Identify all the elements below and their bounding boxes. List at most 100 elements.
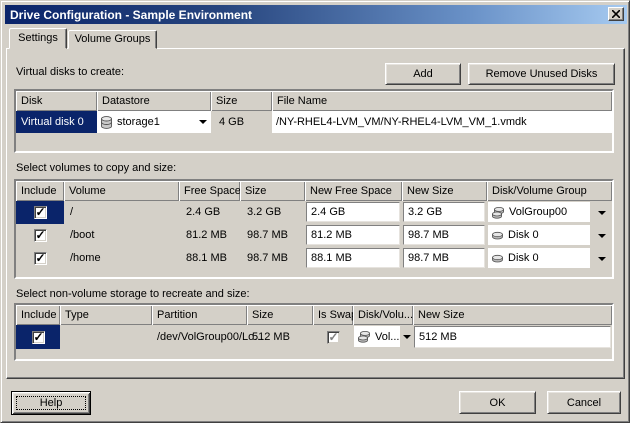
tab-volume-groups-label: Volume Groups xyxy=(75,33,151,45)
remove-unused-disks-button[interactable]: Remove Unused Disks xyxy=(468,63,615,85)
col-header-disk-volume[interactable]: Disk/Volu... xyxy=(353,305,413,325)
tab-settings-label: Settings xyxy=(18,32,58,44)
include-checkbox[interactable] xyxy=(34,206,47,219)
include-cell xyxy=(16,201,64,224)
col-header-type[interactable]: Type xyxy=(60,305,152,325)
volume-name: /home xyxy=(70,252,101,264)
ok-button[interactable]: OK xyxy=(459,391,536,414)
col-header-datastore[interactable]: Datastore xyxy=(97,91,211,111)
volumes-section-label: Select volumes to copy and size: xyxy=(16,162,176,174)
disk-icon xyxy=(491,253,504,264)
tab-volume-groups[interactable]: Volume Groups xyxy=(68,30,157,49)
chevron-down-icon xyxy=(403,335,411,339)
chevron-down-icon xyxy=(598,211,606,215)
free-space-value: 88.1 MB xyxy=(186,252,227,264)
datastore-value: storage1 xyxy=(117,116,160,128)
settings-tab-panel: Virtual disks to create: Add Remove Unus… xyxy=(6,48,625,379)
size-value: 3.2 GB xyxy=(247,206,281,218)
col-header-partition[interactable]: Partition xyxy=(152,305,247,325)
col-header-new-free-space[interactable]: New Free Space xyxy=(305,181,402,201)
volume-group-icon xyxy=(491,206,505,219)
size-value: 512 MB xyxy=(252,331,290,343)
include-checkbox[interactable] xyxy=(34,229,47,242)
non-volume-table: Include Type Partition Size Is Swap Disk… xyxy=(14,303,614,361)
drive-configuration-dialog: Drive Configuration - Sample Environment… xyxy=(0,0,630,423)
cancel-button[interactable]: Cancel xyxy=(547,391,621,414)
disk-volume-dropdown-button[interactable] xyxy=(400,325,414,349)
volume-row-root: / 2.4 GB 3.2 GB 2.4 GB 3.2 GB VolGroup00 xyxy=(16,201,612,224)
disk-size-value: 4 GB xyxy=(219,116,244,128)
volume-group-icon xyxy=(357,330,371,343)
volume-row-home: /home 88.1 MB 98.7 MB 88.1 MB 98.7 MB Di… xyxy=(16,247,612,270)
col-header-new-size[interactable]: New Size xyxy=(413,305,612,325)
new-free-space-input[interactable]: 2.4 GB xyxy=(306,202,400,222)
tab-settings[interactable]: Settings xyxy=(9,28,67,49)
size-value: 98.7 MB xyxy=(247,252,288,264)
col-header-free-space[interactable]: Free Space xyxy=(179,181,240,201)
close-icon xyxy=(612,10,620,18)
titlebar[interactable]: Drive Configuration - Sample Environment xyxy=(5,5,627,24)
disk-volume-dropdown[interactable]: Vol... xyxy=(354,326,400,347)
col-header-disk-volume-group[interactable]: Disk/Volume Group xyxy=(487,181,612,201)
new-size-input[interactable]: 98.7 MB xyxy=(403,225,485,245)
col-header-size[interactable]: Size xyxy=(240,181,305,201)
window-title: Drive Configuration - Sample Environment xyxy=(10,8,252,22)
volumes-table: Include Volume Free Space Size New Free … xyxy=(14,179,614,279)
non-volume-section-label: Select non-volume storage to recreate an… xyxy=(16,288,250,300)
is-swap-cell xyxy=(313,325,353,349)
col-header-size[interactable]: Size xyxy=(247,305,313,325)
include-checkbox[interactable] xyxy=(34,252,47,265)
disk-volume-group-value: Disk 0 xyxy=(508,252,539,264)
disk-volume-value: Vol... xyxy=(375,331,399,343)
col-header-volume[interactable]: Volume xyxy=(64,181,179,201)
partition-value: /dev/VolGroup00/Lo... xyxy=(157,331,263,343)
disk-volume-group-dropdown[interactable]: Disk 0 xyxy=(488,248,590,268)
free-space-value: 2.4 GB xyxy=(186,206,220,218)
file-name-value: /NY-RHEL4-LVM_VM/NY-RHEL4-LVM_VM_1.vmdk xyxy=(272,111,612,133)
non-volume-row: /dev/VolGroup00/Lo... 512 MB Vol... xyxy=(16,325,612,349)
add-button[interactable]: Add xyxy=(385,63,461,85)
free-space-value: 81.2 MB xyxy=(186,229,227,241)
new-size-input[interactable]: 98.7 MB xyxy=(403,248,485,268)
virtual-disk-row: Virtual disk 0 storage1 4 GB /NY-RHEL4-L… xyxy=(16,111,612,133)
datastore-cylinder-icon xyxy=(100,116,113,129)
new-size-input[interactable]: 3.2 GB xyxy=(403,202,485,222)
disk-volume-group-dropdown-button[interactable] xyxy=(594,201,610,224)
col-header-disk[interactable]: Disk xyxy=(16,91,97,111)
volume-row-boot: /boot 81.2 MB 98.7 MB 81.2 MB 98.7 MB Di… xyxy=(16,224,612,247)
disk-volume-group-dropdown[interactable]: Disk 0 xyxy=(488,225,590,245)
virtual-disks-table-header: Disk Datastore Size File Name xyxy=(16,91,612,111)
disk-volume-group-dropdown-button[interactable] xyxy=(594,224,610,247)
new-free-space-input[interactable]: 88.1 MB xyxy=(306,248,400,268)
help-button[interactable]: Help xyxy=(11,391,91,415)
col-header-size[interactable]: Size xyxy=(211,91,272,111)
include-cell xyxy=(16,247,64,270)
chevron-down-icon xyxy=(199,120,207,124)
include-checkbox[interactable] xyxy=(32,331,45,344)
col-header-new-size[interactable]: New Size xyxy=(402,181,487,201)
disk-name-cell[interactable]: Virtual disk 0 xyxy=(16,111,97,133)
col-header-is-swap[interactable]: Is Swap xyxy=(313,305,353,325)
col-header-file-name[interactable]: File Name xyxy=(272,91,612,111)
disk-volume-group-dropdown-button[interactable] xyxy=(594,247,610,270)
close-button[interactable] xyxy=(608,7,624,21)
disk-volume-group-value: VolGroup00 xyxy=(509,206,567,218)
is-swap-checkbox xyxy=(327,331,340,344)
datastore-dropdown[interactable]: storage1 xyxy=(97,111,211,133)
volume-name: /boot xyxy=(70,229,94,241)
new-size-input[interactable]: 512 MB xyxy=(414,326,611,348)
size-value: 98.7 MB xyxy=(247,229,288,241)
disk-name: Virtual disk 0 xyxy=(16,116,84,128)
volume-name: / xyxy=(70,206,73,218)
chevron-down-icon xyxy=(598,257,606,261)
virtual-disks-table: Disk Datastore Size File Name Virtual di… xyxy=(14,89,614,153)
col-header-include[interactable]: Include xyxy=(16,305,60,325)
disk-icon xyxy=(491,230,504,241)
disk-volume-group-dropdown[interactable]: VolGroup00 xyxy=(488,202,590,222)
include-cell xyxy=(16,325,60,349)
disk-volume-group-value: Disk 0 xyxy=(508,229,539,241)
new-free-space-input[interactable]: 81.2 MB xyxy=(306,225,400,245)
virtual-disks-section-label: Virtual disks to create: xyxy=(16,66,124,78)
col-header-include[interactable]: Include xyxy=(16,181,64,201)
include-cell xyxy=(16,224,64,247)
